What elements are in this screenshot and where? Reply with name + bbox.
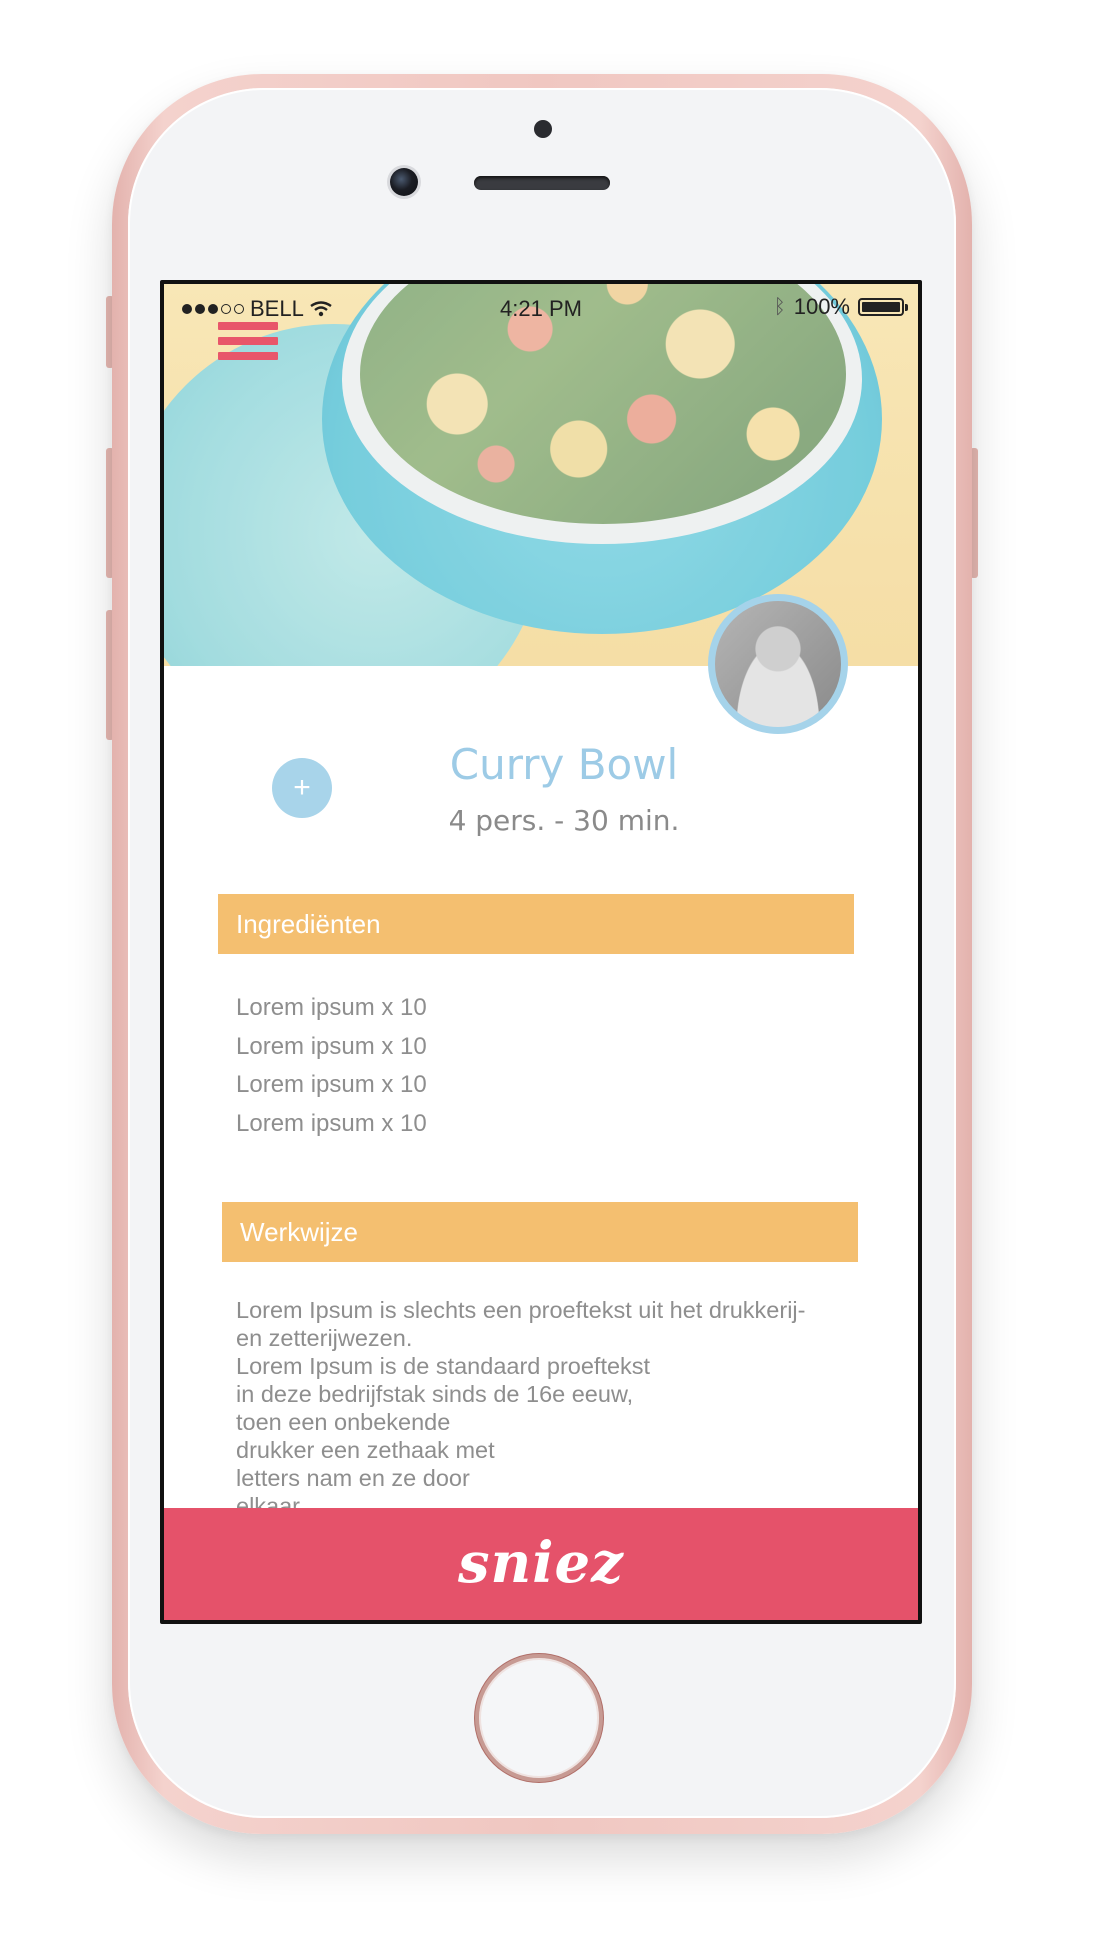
app-view: BELL 4:21 PM ᛒ 100% + Curry Bowl 4 pers.…: [164, 284, 918, 1620]
method-header: Werkwijze: [222, 1202, 858, 1262]
method-line: toen een onbekende: [236, 1409, 451, 1435]
footer-bar: sniez: [164, 1508, 918, 1620]
plus-icon: +: [293, 771, 311, 804]
add-recipe-button[interactable]: +: [272, 758, 332, 818]
home-button[interactable]: [475, 1654, 603, 1782]
menu-bar: [218, 337, 278, 345]
method-line: drukker een zethaak met: [236, 1437, 495, 1463]
menu-bar: [218, 322, 278, 330]
method-line: Lorem Ipsum is slechts een proeftekst ui…: [236, 1297, 806, 1323]
battery-fill: [862, 302, 900, 312]
proximity-sensor: [534, 120, 552, 138]
status-right: ᛒ 100%: [773, 294, 908, 320]
avatar[interactable]: [708, 594, 848, 734]
status-bar: BELL 4:21 PM ᛒ 100%: [164, 284, 918, 324]
menu-bar: [218, 352, 278, 360]
battery-icon: [858, 298, 908, 316]
app-logo[interactable]: sniez: [164, 1530, 918, 1596]
recipe-meta: 4 pers. - 30 min.: [448, 804, 680, 837]
battery-percent: 100%: [793, 294, 850, 319]
method-text: Lorem Ipsum is slechts een proeftekst ui…: [236, 1296, 846, 1520]
ingredient-item: Lorem ipsum x 10: [236, 994, 427, 1021]
hamburger-menu-icon[interactable]: [218, 322, 278, 370]
method-line: in deze bedrijfstak sinds de 16e eeuw,: [236, 1381, 634, 1407]
bluetooth-icon: ᛒ: [773, 295, 786, 318]
method-line: en zetterijwezen.: [236, 1325, 413, 1351]
front-camera: [390, 168, 418, 196]
ingredient-item: Lorem ipsum x 10: [236, 1071, 427, 1098]
ingredient-item: Lorem ipsum x 10: [236, 1109, 427, 1137]
ingredient-item: Lorem ipsum x 10: [236, 1032, 427, 1060]
method-line: Lorem Ipsum is de standaard proeftekst: [236, 1353, 651, 1379]
phone-screen: BELL 4:21 PM ᛒ 100% + Curry Bowl 4 pers.…: [160, 280, 922, 1624]
ingredients-header: Ingrediënten: [218, 894, 854, 954]
ingredients-list: Lorem ipsum x 10 Lorem ipsum x 10 Lorem …: [236, 994, 427, 1148]
recipe-title: Curry Bowl: [449, 740, 679, 789]
earpiece-speaker: [474, 176, 610, 190]
method-line: letters nam en ze door: [236, 1465, 470, 1491]
